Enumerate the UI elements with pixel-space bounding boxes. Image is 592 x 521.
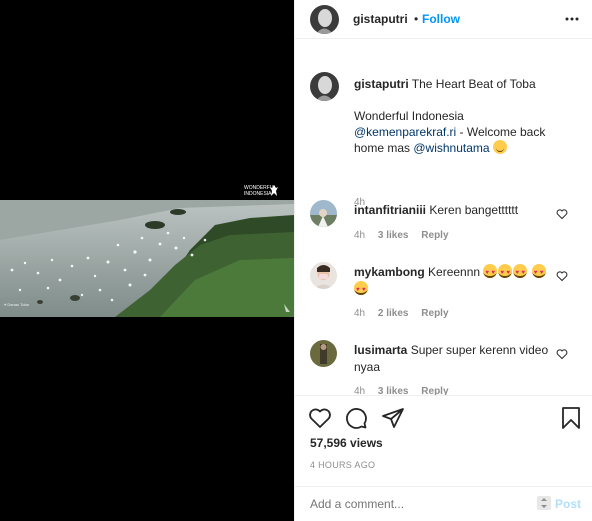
caption-text: gistaputri The Heart Beat of Toba Wonder… <box>354 76 574 156</box>
comments-scroll-area[interactable]: gistaputri The Heart Beat of Toba Wonder… <box>295 40 592 395</box>
location-watermark-text: Danau Toba <box>7 302 29 307</box>
share-send-icon[interactable] <box>381 406 405 430</box>
comment-likes[interactable]: 2 likes <box>378 308 409 319</box>
save-bookmark-icon[interactable] <box>559 406 583 430</box>
add-comment-bar: Post <box>295 486 592 521</box>
comment-bubble-icon[interactable] <box>344 406 368 430</box>
post-header: gistaputri • Follow <box>295 0 592 39</box>
avatar[interactable] <box>310 200 337 227</box>
watermark-text-2: INDONESIA <box>244 191 272 197</box>
follow-button[interactable]: Follow <box>422 12 460 26</box>
post-timestamp[interactable]: 4 HOURS AGO <box>310 460 375 470</box>
comment-username[interactable]: lusimarta <box>354 343 407 357</box>
commenter-avatar-image <box>310 200 337 227</box>
heart-eyes-emoji-icon <box>498 264 513 282</box>
mention-link[interactable]: @wishnutama <box>413 141 489 155</box>
reply-button[interactable]: Reply <box>421 308 448 319</box>
location-pin-icon: ⌖ <box>4 302 7 307</box>
comment-input[interactable] <box>310 497 530 511</box>
smile-emoji-icon <box>492 140 507 154</box>
author-username[interactable]: gistaputri <box>353 12 408 26</box>
mention-link[interactable]: @kemenparekraf.ri <box>354 125 456 139</box>
comment-likes[interactable]: 3 likes <box>378 230 409 241</box>
author-avatar-image <box>310 72 339 101</box>
view-count[interactable]: 57,596 views <box>310 436 383 450</box>
heart-eyes-emoji-icon <box>354 281 368 299</box>
like-heart-icon[interactable] <box>556 270 568 282</box>
comment-time[interactable]: 4h <box>354 230 365 241</box>
like-heart-icon[interactable] <box>556 348 568 360</box>
heart-eyes-emoji-icon <box>483 264 498 282</box>
comment-likes[interactable]: 3 likes <box>378 386 409 395</box>
avatar[interactable] <box>310 340 337 367</box>
comment-body: Kereennn <box>428 265 481 279</box>
post-media[interactable]: WONDERFUL INDONESIA ⌖ Danau Toba <box>0 0 294 521</box>
more-horizontal-icon[interactable] <box>565 12 579 26</box>
post-button[interactable]: Post <box>555 497 581 511</box>
commenter-avatar-image <box>310 262 337 289</box>
commenter-avatar-image <box>310 340 337 367</box>
video-frame[interactable] <box>0 200 294 317</box>
comment-meta: 4h 3 likes Reply <box>354 386 459 395</box>
caption-title: The Heart Beat of Toba <box>411 77 536 91</box>
comment-meta: 4h 3 likes Reply <box>354 230 459 241</box>
comment-time[interactable]: 4h <box>354 308 365 319</box>
heart-eyes-emoji-icon <box>531 264 546 282</box>
comment-username[interactable]: mykambong <box>354 265 425 279</box>
expand-arrows-icon <box>537 496 551 510</box>
lake-aerial-video <box>0 200 294 317</box>
location-watermark: ⌖ Danau Toba <box>4 302 48 307</box>
avatar[interactable] <box>310 72 339 101</box>
comment-body: Keren bangetttttt <box>429 203 519 217</box>
like-heart-icon[interactable] <box>308 406 332 430</box>
comment-text: lusimarta Super super kerenn video nyaa <box>354 342 554 376</box>
post-details-panel: gistaputri • Follow gistaputri The Heart… <box>294 0 592 521</box>
heart-eyes-emoji-icon <box>513 264 528 282</box>
avatar[interactable] <box>310 5 339 34</box>
comment-time[interactable]: 4h <box>354 386 365 395</box>
separator-dot: • <box>414 12 419 26</box>
reply-button[interactable]: Reply <box>421 386 448 395</box>
comment-text: intanfitrianiii Keren bangetttttt <box>354 202 554 219</box>
reply-button[interactable]: Reply <box>421 230 448 241</box>
avatar[interactable] <box>310 262 337 289</box>
watermark-logo: WONDERFUL INDONESIA <box>244 185 278 197</box>
comment-text: mykambong Kereennn <box>354 264 554 299</box>
author-avatar-image <box>310 5 339 34</box>
garuda-logo-icon <box>270 185 278 196</box>
caption-username[interactable]: gistaputri <box>354 77 409 91</box>
comment-username[interactable]: intanfitrianiii <box>354 203 426 217</box>
caption-line: Wonderful Indonesia <box>354 109 464 123</box>
like-heart-icon[interactable] <box>556 208 568 220</box>
comment-meta: 4h 2 likes Reply <box>354 308 459 319</box>
